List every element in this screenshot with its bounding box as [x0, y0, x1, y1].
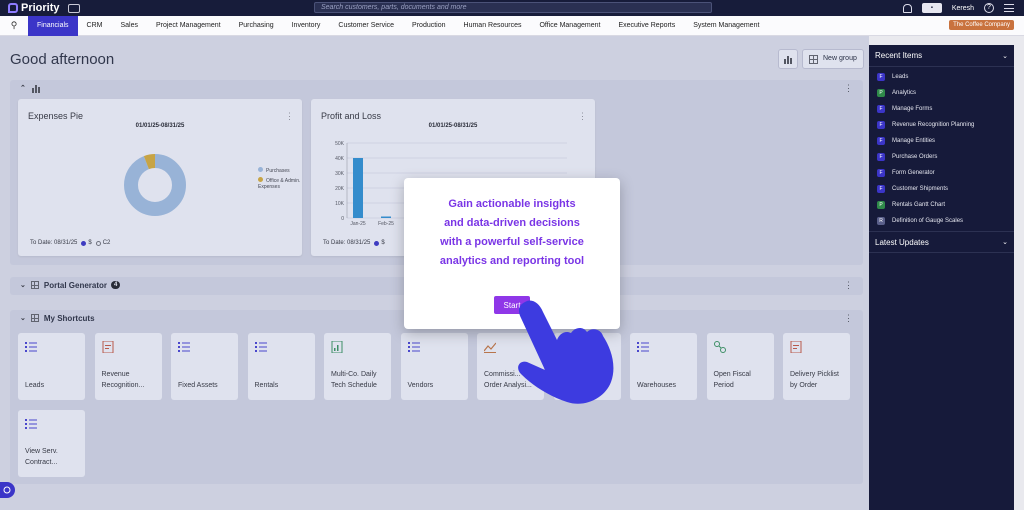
priority-logo-icon: [8, 3, 18, 13]
recent-item-label: Definition of Gauge Scales: [892, 218, 964, 224]
app-logo[interactable]: Priority: [8, 2, 60, 14]
nav-item-inventory[interactable]: Inventory: [283, 16, 330, 36]
recent-items-list: F Leads P Analytics F Manage Forms F Revenue Re…: [869, 67, 1014, 229]
recent-item[interactable]: F Revenue Recognition Planning: [869, 117, 1014, 133]
item-type-badge: P: [877, 201, 885, 209]
recent-item-label: Manage Forms: [892, 106, 933, 112]
modal-line: and data-driven decisions: [444, 217, 580, 229]
nav-item-financials[interactable]: Financials: [28, 15, 78, 36]
latest-updates-title: Latest Updates: [875, 237, 929, 247]
recent-item[interactable]: P Analytics: [869, 85, 1014, 101]
app-name: Priority: [21, 2, 60, 14]
recent-item-label: Form Generator: [892, 170, 935, 176]
nav-item-customer-service[interactable]: Customer Service: [329, 16, 403, 36]
recent-item-label: Revenue Recognition Planning: [892, 122, 975, 128]
recent-item[interactable]: P Rentals Gantt Chart: [869, 197, 1014, 213]
header-actions: ▪ Keresh ?: [902, 0, 1024, 16]
recent-item-label: Manage Entities: [892, 138, 936, 144]
help-icon[interactable]: ?: [984, 3, 994, 13]
nav-item-executive-reports[interactable]: Executive Reports: [609, 16, 684, 36]
recent-item[interactable]: R Definition of Gauge Scales: [869, 213, 1014, 229]
recent-item[interactable]: F Customer Shipments: [869, 181, 1014, 197]
item-type-badge: F: [877, 73, 885, 81]
recent-items-header[interactable]: Recent Items ⌄: [869, 45, 1014, 67]
bell-icon[interactable]: [902, 3, 912, 13]
user-name[interactable]: Keresh: [952, 5, 974, 12]
nav-item-human-resources[interactable]: Human Resources: [455, 16, 531, 36]
nav-items: Financials CRM Sales Project Management Purc…: [28, 15, 768, 36]
item-type-badge: P: [877, 89, 885, 97]
user-avatar[interactable]: ▪: [921, 3, 942, 13]
recent-item-label: Analytics: [892, 90, 917, 96]
chat-icon[interactable]: [67, 3, 80, 13]
item-type-badge: F: [877, 121, 885, 129]
recent-item-label: Customer Shipments: [892, 186, 949, 192]
assistant-icon: [3, 486, 11, 494]
nav-item-sales[interactable]: Sales: [111, 16, 147, 36]
recent-item[interactable]: F Manage Forms: [869, 101, 1014, 117]
item-type-badge: F: [877, 169, 885, 177]
nav-item-purchasing[interactable]: Purchasing: [230, 16, 283, 36]
item-type-badge: F: [877, 153, 885, 161]
pointing-hand-icon: [518, 300, 614, 404]
chevron-down-icon[interactable]: ⌄: [1002, 238, 1008, 246]
item-type-badge: F: [877, 105, 885, 113]
recent-item-label: Rentals Gantt Chart: [892, 202, 946, 208]
help-fab[interactable]: [0, 482, 15, 498]
recent-item[interactable]: F Form Generator: [869, 165, 1014, 181]
recent-item[interactable]: F Manage Entities: [869, 133, 1014, 149]
recent-item[interactable]: F Leads: [869, 69, 1014, 85]
company-badge[interactable]: The Coffee Company: [949, 20, 1014, 30]
chevron-down-icon[interactable]: ⌄: [1002, 52, 1008, 60]
recent-item-label: Leads: [892, 74, 909, 80]
nav-search-icon[interactable]: ⚲: [0, 20, 28, 31]
nav-item-office-management[interactable]: Office Management: [530, 16, 609, 36]
latest-updates-header[interactable]: Latest Updates ⌄: [869, 231, 1014, 253]
item-type-badge: F: [877, 185, 885, 193]
nav-item-crm[interactable]: CRM: [78, 16, 112, 36]
modal-message: Gain actionable insights and data-driven …: [414, 195, 610, 271]
menu-icon[interactable]: [1004, 4, 1014, 12]
top-header: Priority Search customers, parts, docume…: [0, 0, 1024, 16]
nav-item-project-management[interactable]: Project Management: [147, 16, 230, 36]
modal-line: with a powerful self-service: [440, 236, 584, 248]
global-search-input[interactable]: Search customers, parts, documents and m…: [314, 2, 712, 13]
modal-line: Gain actionable insights: [448, 198, 576, 210]
nav-item-system-management[interactable]: System Management: [684, 16, 768, 36]
recent-item-label: Purchase Orders: [892, 154, 938, 160]
item-type-badge: F: [877, 137, 885, 145]
module-nav: ⚲ Financials CRM Sales Project Management Pu…: [0, 15, 1024, 36]
item-type-badge: R: [877, 217, 885, 225]
right-sidebar: Recent Items ⌄ F Leads P Analytics F Manage F…: [869, 45, 1014, 510]
recent-item[interactable]: F Purchase Orders: [869, 149, 1014, 165]
nav-item-production[interactable]: Production: [403, 16, 454, 36]
modal-line: analytics and reporting tool: [439, 255, 585, 267]
recent-items-title: Recent Items: [875, 51, 923, 60]
